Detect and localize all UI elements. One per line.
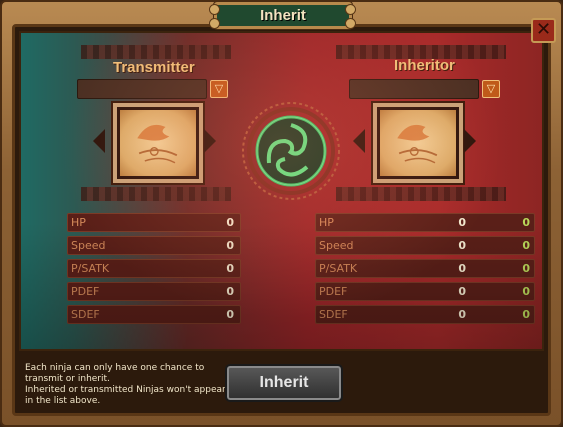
inheritor-dropdown-button[interactable]: ▽: [482, 80, 500, 98]
stat-value: 0: [458, 308, 466, 321]
inheritor-portrait[interactable]: [371, 101, 465, 185]
dialog-body: Transmitter ▽ Inheritor ▽ HP 0 Speed 0 P…: [12, 24, 551, 416]
transmitter-stat-row: HP 0: [67, 213, 241, 232]
stat-value: 0: [458, 216, 466, 229]
bolt-decoration: [209, 18, 220, 29]
stat-bonus: 0: [522, 285, 530, 298]
placeholder-scroll-icon: [120, 110, 196, 176]
stat-value: 0: [458, 285, 466, 298]
stat-value: 0: [226, 239, 234, 252]
stat-value: 0: [458, 262, 466, 275]
bolt-decoration: [345, 18, 356, 29]
inherit-dialog: Transmitter ▽ Inheritor ▽ HP 0 Speed 0 P…: [0, 0, 563, 427]
stat-bonus: 0: [522, 308, 530, 321]
transmitter-name-field[interactable]: [77, 79, 207, 99]
stat-value: 0: [226, 285, 234, 298]
stat-label: P/SATK: [71, 262, 110, 275]
dialog-footer: Each ninja can only have one chance to t…: [19, 355, 544, 413]
inheritor-stat-row: PDEF 0 0: [315, 282, 535, 301]
dropdown-icon: ▽: [486, 82, 496, 95]
stat-label: Speed: [71, 239, 106, 252]
inheritor-stat-row: SDEF 0 0: [315, 305, 535, 324]
stat-label: HP: [319, 216, 334, 229]
pattern-bar: [81, 187, 231, 201]
stat-value: 0: [458, 239, 466, 252]
inheritor-title: Inheritor: [394, 57, 455, 74]
inheritor-prev-arrow[interactable]: [353, 129, 365, 153]
transmitter-prev-arrow[interactable]: [93, 129, 105, 153]
stat-label: P/SATK: [319, 262, 358, 275]
stat-value: 0: [226, 262, 234, 275]
dialog-title: Inherit: [260, 7, 306, 24]
swirl-emblem-icon: [242, 102, 340, 200]
inheritor-stat-row: P/SATK 0 0: [315, 259, 535, 278]
inherit-panel: Transmitter ▽ Inheritor ▽ HP 0 Speed 0 P…: [19, 31, 544, 351]
stat-label: SDEF: [319, 308, 348, 321]
title-plaque: Inherit: [214, 2, 352, 29]
pattern-bar: [336, 187, 506, 201]
stat-label: SDEF: [71, 308, 100, 321]
stat-label: Speed: [319, 239, 354, 252]
transmitter-next-arrow[interactable]: [204, 129, 216, 153]
inheritor-name-field[interactable]: [349, 79, 479, 99]
transmitter-dropdown-button[interactable]: ▽: [210, 80, 228, 98]
bolt-decoration: [345, 4, 356, 15]
stat-bonus: 0: [522, 239, 530, 252]
stat-bonus: 0: [522, 216, 530, 229]
stat-bonus: 0: [522, 262, 530, 275]
stat-label: PDEF: [71, 285, 100, 298]
stat-value: 0: [226, 216, 234, 229]
info-line-2: Inherited or transmitted Ninjas won't ap…: [25, 385, 226, 406]
placeholder-scroll-icon: [380, 110, 456, 176]
dropdown-icon: ▽: [214, 82, 224, 95]
info-text: Each ninja can only have one chance to t…: [25, 363, 235, 407]
inheritor-stat-row: Speed 0 0: [315, 236, 535, 255]
transmitter-stat-row: Speed 0: [67, 236, 241, 255]
info-line-1: Each ninja can only have one chance to t…: [25, 363, 205, 384]
inherit-button[interactable]: Inherit: [225, 364, 343, 402]
pattern-bar: [81, 45, 231, 59]
stat-label: HP: [71, 216, 86, 229]
transmitter-stat-row: P/SATK 0: [67, 259, 241, 278]
transmitter-stat-row: SDEF 0: [67, 305, 241, 324]
transmitter-stat-row: PDEF 0: [67, 282, 241, 301]
inheritor-stat-row: HP 0 0: [315, 213, 535, 232]
stat-label: PDEF: [319, 285, 348, 298]
close-icon: ✕: [535, 19, 552, 40]
bolt-decoration: [209, 4, 220, 15]
transmitter-portrait[interactable]: [111, 101, 205, 185]
inheritor-next-arrow[interactable]: [464, 129, 476, 153]
transmitter-title: Transmitter: [113, 59, 195, 76]
close-button[interactable]: ✕: [531, 18, 556, 43]
stat-value: 0: [226, 308, 234, 321]
